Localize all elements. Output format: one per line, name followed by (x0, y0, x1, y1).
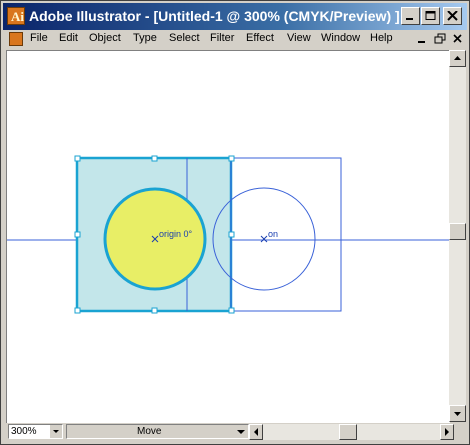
origin-label: origin 0° (159, 229, 193, 239)
menu-effect[interactable]: Effect (246, 32, 274, 44)
handle-bottom-right[interactable] (228, 307, 235, 314)
status-display[interactable]: Move (66, 424, 249, 439)
minimize-icon (406, 18, 413, 20)
artboard-canvas[interactable]: origin 0° on (6, 50, 450, 423)
vertical-scroll-thumb[interactable] (449, 223, 466, 240)
zoom-value: 300% (11, 426, 37, 437)
menu-type[interactable]: Type (133, 32, 157, 44)
zoom-dropdown-button[interactable] (50, 425, 62, 438)
arrow-down-icon (454, 412, 461, 416)
illustrator-app-icon[interactable]: Ai (7, 7, 25, 25)
move-preview-rect (230, 157, 342, 312)
vertical-scrollbar[interactable] (449, 50, 466, 422)
menu-select[interactable]: Select (169, 32, 200, 44)
window-title: Adobe Illustrator - [Untitled-1 @ 300% (… (29, 8, 400, 24)
artwork: origin 0° on (7, 155, 450, 314)
menu-window[interactable]: Window (321, 32, 360, 44)
application-window: Ai Adobe Illustrator - [Untitled-1 @ 300… (0, 0, 470, 445)
handle-top-left[interactable] (74, 155, 81, 162)
handle-middle-right[interactable] (228, 231, 235, 238)
doc-close-icon[interactable] (451, 32, 465, 46)
maximize-button[interactable] (421, 7, 440, 25)
menu-file[interactable]: File (30, 32, 48, 44)
arrow-up-icon (454, 56, 461, 60)
menu-object[interactable]: Object (89, 32, 121, 44)
doc-minimize-icon[interactable] (415, 32, 429, 46)
arrow-right-icon (445, 428, 449, 436)
doc-restore-icon[interactable] (433, 32, 447, 46)
horizontal-scroll-thumb[interactable] (339, 424, 357, 440)
zoom-field[interactable]: 300% (8, 424, 63, 439)
horizontal-scrollbar[interactable] (249, 424, 454, 440)
menu-edit[interactable]: Edit (59, 32, 78, 44)
status-bar: 300% Move (6, 423, 466, 441)
menu-filter[interactable]: Filter (210, 32, 234, 44)
handle-middle-left[interactable] (74, 231, 81, 238)
close-icon (447, 11, 458, 21)
status-tool-label: Move (137, 426, 162, 437)
scroll-left-button[interactable] (249, 424, 263, 440)
handle-top-middle[interactable] (151, 155, 158, 162)
status-dropdown-icon (237, 430, 245, 434)
close-button[interactable] (443, 7, 462, 25)
handle-bottom-left[interactable] (74, 307, 81, 314)
menu-bar: File Edit Object Type Select Filter Effe… (3, 30, 467, 49)
chevron-down-icon (53, 430, 59, 433)
arrow-left-icon (254, 428, 258, 436)
minimize-button[interactable] (401, 7, 420, 25)
menu-help[interactable]: Help (370, 32, 393, 44)
maximize-icon (425, 11, 436, 20)
menu-view[interactable]: View (287, 32, 311, 44)
scroll-right-button[interactable] (440, 424, 454, 440)
document-icon[interactable] (9, 32, 23, 46)
title-bar[interactable]: Ai Adobe Illustrator - [Untitled-1 @ 300… (3, 3, 467, 30)
scroll-up-button[interactable] (449, 50, 466, 67)
copy-center-marker (260, 235, 268, 243)
handle-bottom-middle[interactable] (151, 307, 158, 314)
copy-label: on (268, 229, 278, 239)
handle-top-right[interactable] (228, 155, 235, 162)
scroll-down-button[interactable] (449, 405, 466, 422)
